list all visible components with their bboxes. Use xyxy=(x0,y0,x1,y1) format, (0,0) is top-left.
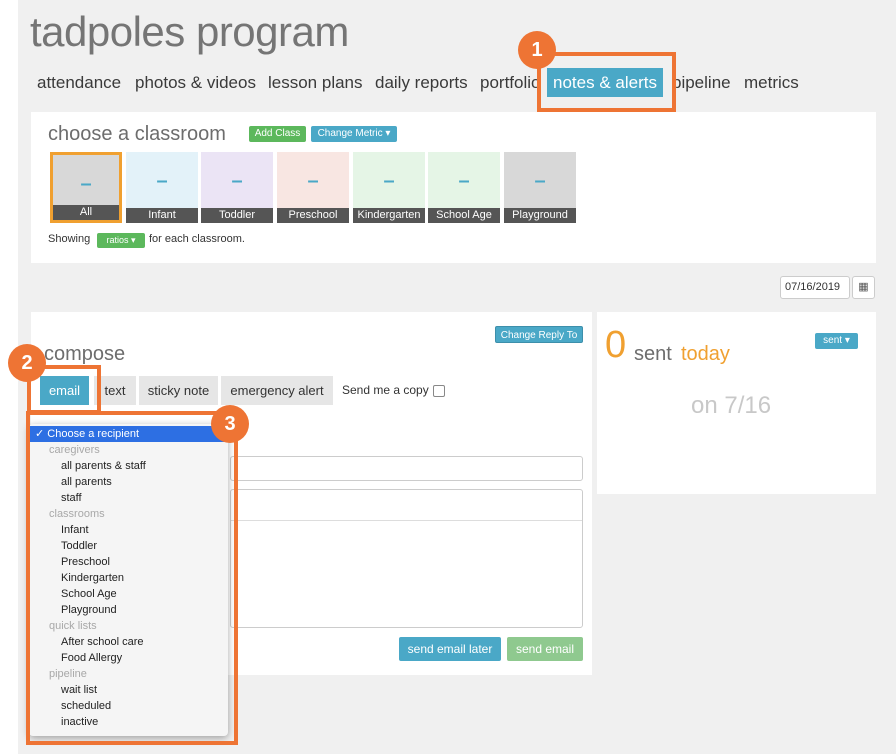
sent-on-date: on 7/16 xyxy=(691,392,772,419)
app-title: tadpoles program xyxy=(30,8,349,55)
subject-input[interactable] xyxy=(230,456,583,481)
calendar-icon[interactable]: ▦ xyxy=(852,276,875,299)
metric-select-label: ratios xyxy=(106,235,129,245)
caret-down-icon: ▾ xyxy=(844,335,850,346)
today-label: today xyxy=(681,343,730,365)
classroom-tile-all[interactable]: – All xyxy=(50,152,122,223)
tile-value: – xyxy=(156,170,168,192)
tile-value: – xyxy=(458,170,470,192)
nav-portfolio[interactable]: portfolio xyxy=(480,73,540,93)
classroom-tile-kindergarten[interactable]: – Kindergarten xyxy=(353,152,425,223)
sent-count: 0 xyxy=(605,324,627,366)
step-badge-2: 2 xyxy=(8,344,46,382)
showing-suffix: for each classroom. xyxy=(149,233,245,245)
highlight-box-recipient-menu xyxy=(26,411,238,745)
sent-label: sent xyxy=(634,343,672,365)
tile-label: Playground xyxy=(504,208,576,223)
send-copy-label: Send me a copy xyxy=(342,383,429,397)
nav-attendance[interactable]: attendance xyxy=(37,73,121,93)
nav-metrics[interactable]: metrics xyxy=(744,73,799,93)
tile-label: All xyxy=(53,205,119,220)
classroom-tile-playground[interactable]: – Playground xyxy=(504,152,576,223)
sent-filter-label: sent xyxy=(823,335,843,346)
add-class-button[interactable]: Add Class xyxy=(249,126,306,142)
tab-emergency-alert[interactable]: emergency alert xyxy=(221,376,333,405)
showing-prefix: Showing xyxy=(48,233,91,245)
tile-value: – xyxy=(383,170,395,192)
nav-pipeline[interactable]: pipeline xyxy=(672,73,731,93)
tile-label: Infant xyxy=(126,208,198,223)
tab-sticky-note[interactable]: sticky note xyxy=(139,376,218,405)
editor-divider xyxy=(231,520,582,521)
tile-label: Preschool xyxy=(277,208,349,223)
tile-label: Toddler xyxy=(201,208,273,223)
nav-daily-reports[interactable]: daily reports xyxy=(375,73,468,93)
nav-photos-videos[interactable]: photos & videos xyxy=(135,73,256,93)
step-badge-1: 1 xyxy=(518,31,556,69)
change-metric-button[interactable]: Change Metric ▾ xyxy=(311,126,397,142)
tile-value: – xyxy=(80,173,92,195)
compose-heading: compose xyxy=(44,343,126,365)
sent-filter-button[interactable]: sent ▾ xyxy=(815,333,858,349)
tile-label: School Age xyxy=(428,208,500,223)
classroom-tile-infant[interactable]: – Infant xyxy=(126,152,198,223)
tile-value: – xyxy=(534,170,546,192)
tile-value: – xyxy=(231,170,243,192)
classroom-tile-preschool[interactable]: – Preschool xyxy=(277,152,349,223)
step-badge-3: 3 xyxy=(211,405,249,443)
caret-down-icon: ▾ xyxy=(131,235,136,245)
classroom-heading: choose a classroom xyxy=(48,123,226,145)
metric-select[interactable]: ratios ▾ xyxy=(97,233,145,248)
caret-down-icon: ▾ xyxy=(385,128,391,139)
tile-value: – xyxy=(307,170,319,192)
send-email-button[interactable]: send email xyxy=(507,637,583,661)
message-textarea[interactable] xyxy=(230,489,583,628)
classroom-tile-toddler[interactable]: – Toddler xyxy=(201,152,273,223)
send-copy-checkbox[interactable] xyxy=(433,385,445,397)
nav-lesson-plans[interactable]: lesson plans xyxy=(268,73,363,93)
highlight-box-notes-alerts xyxy=(537,52,676,112)
classroom-tile-school-age[interactable]: – School Age xyxy=(428,152,500,223)
send-email-later-button[interactable]: send email later xyxy=(399,637,501,661)
tile-label: Kindergarten xyxy=(353,208,425,223)
change-metric-label: Change Metric xyxy=(317,128,383,139)
date-input[interactable]: 07/16/2019 xyxy=(780,276,850,299)
change-reply-to-button[interactable]: Change Reply To xyxy=(495,326,583,343)
